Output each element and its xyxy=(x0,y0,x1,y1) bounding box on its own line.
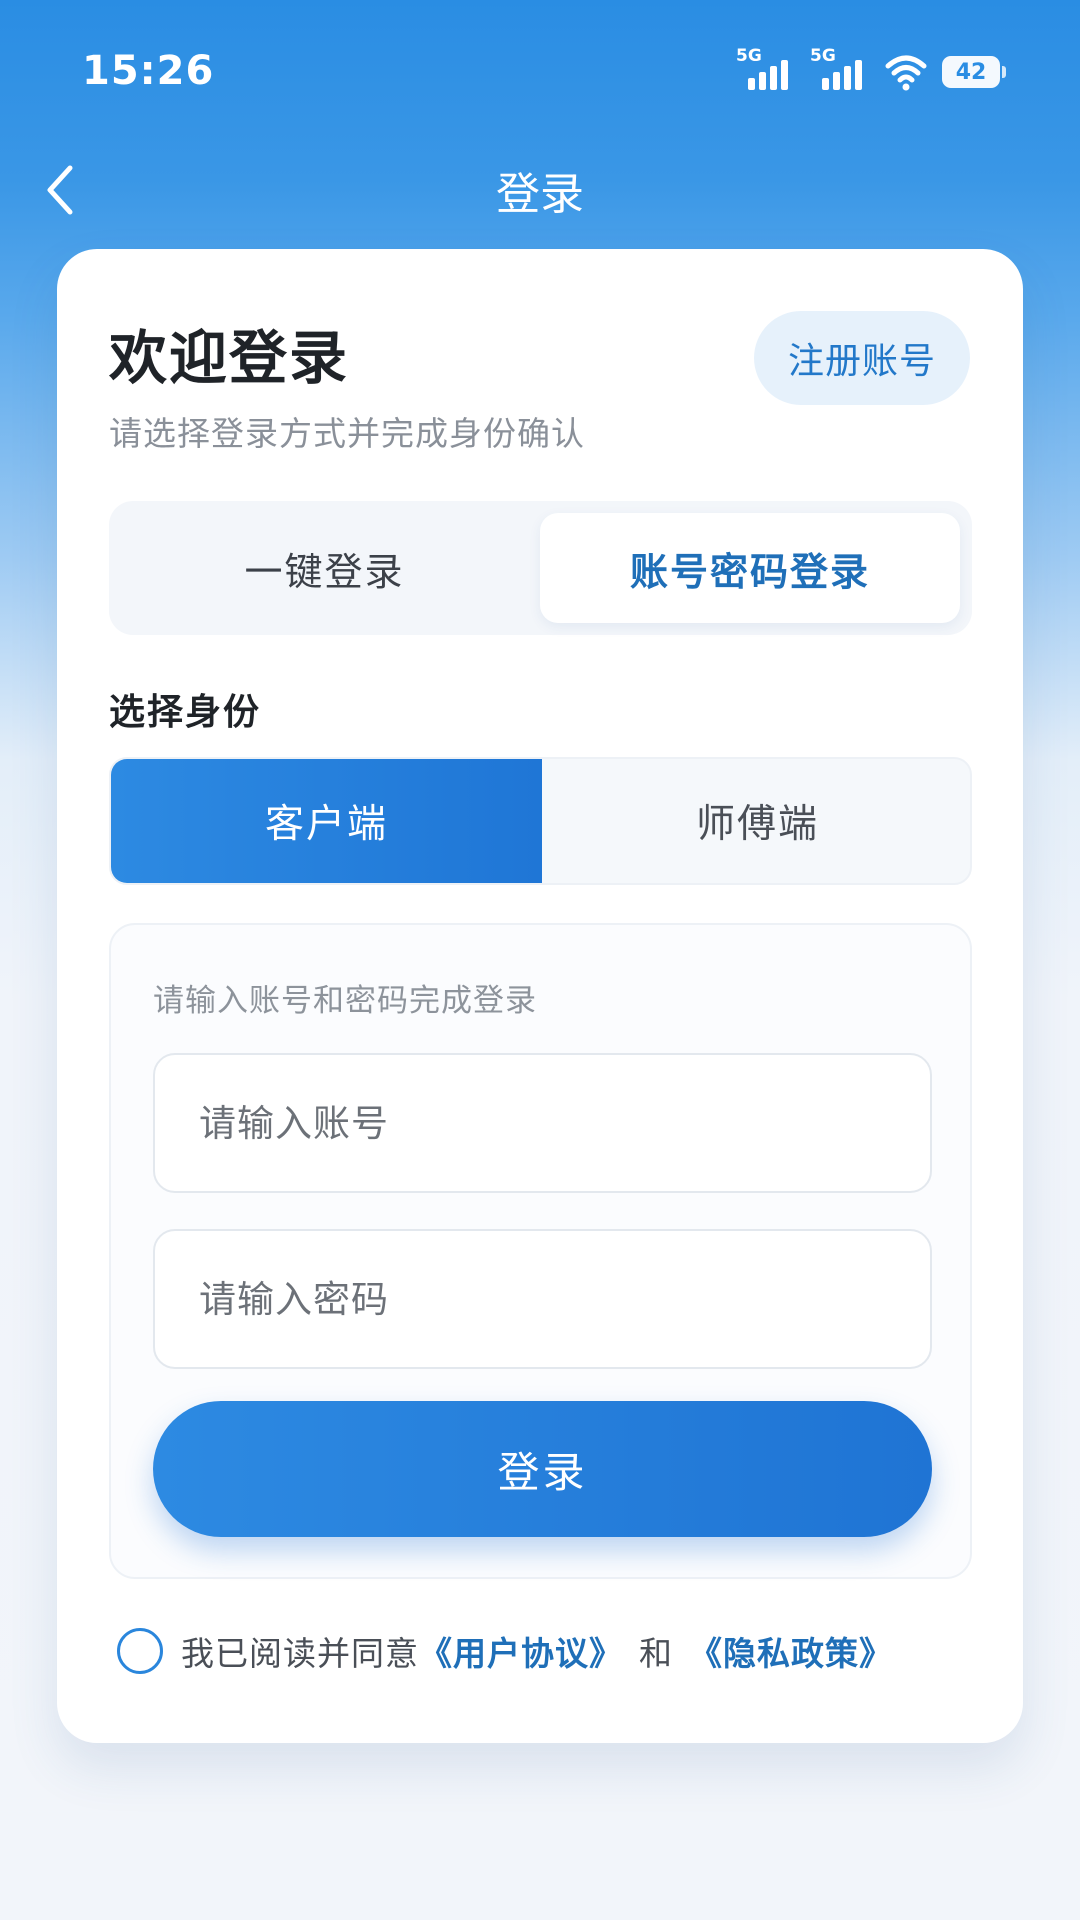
page-title: 登录 xyxy=(496,169,584,220)
battery-level: 42 xyxy=(955,59,987,85)
signal-icon: 5G xyxy=(810,46,870,92)
login-form: 请输入账号和密码完成登录 登录 xyxy=(109,923,972,1579)
login-mode-tabs: 一键登录 账号密码登录 xyxy=(109,501,972,635)
status-bar: 15:26 5G 5G 42 xyxy=(0,0,1080,140)
agreement-checkbox[interactable] xyxy=(117,1628,163,1674)
agreement-and: 和 xyxy=(639,1634,673,1673)
signal-icon: 5G xyxy=(736,46,796,92)
identity-option-master[interactable]: 师傅端 xyxy=(542,759,970,883)
login-card: 欢迎登录 请选择登录方式并完成身份确认 注册账号 一键登录 账号密码登录 选择身… xyxy=(57,249,1023,1743)
login-button[interactable]: 登录 xyxy=(153,1401,932,1537)
identity-selector: 客户端 师傅端 xyxy=(109,757,972,885)
agreement-prefix: 我已阅读并同意 xyxy=(181,1634,419,1673)
welcome-subtitle: 请选择登录方式并完成身份确认 xyxy=(109,414,585,453)
tab-quick-login[interactable]: 一键登录 xyxy=(109,513,540,623)
register-button[interactable]: 注册账号 xyxy=(754,311,970,405)
identity-option-client[interactable]: 客户端 xyxy=(111,759,542,883)
battery-icon: 42 xyxy=(942,56,1006,88)
status-time: 15:26 xyxy=(82,48,215,94)
privacy-policy-link[interactable]: 《隐私政策》 xyxy=(689,1627,893,1675)
status-icons: 5G 5G 42 xyxy=(736,46,1006,92)
account-input[interactable] xyxy=(153,1053,932,1193)
form-hint: 请输入账号和密码完成登录 xyxy=(153,983,537,1019)
password-input[interactable] xyxy=(153,1229,932,1369)
agreement-row: 我已阅读并同意 《用户协议》 和 《隐私政策》 xyxy=(117,1624,893,1678)
welcome-title: 欢迎登录 xyxy=(109,324,350,392)
wifi-icon xyxy=(885,55,927,91)
tab-account-login[interactable]: 账号密码登录 xyxy=(540,513,960,623)
user-agreement-link[interactable]: 《用户协议》 xyxy=(419,1627,623,1675)
identity-label: 选择身份 xyxy=(109,692,262,733)
